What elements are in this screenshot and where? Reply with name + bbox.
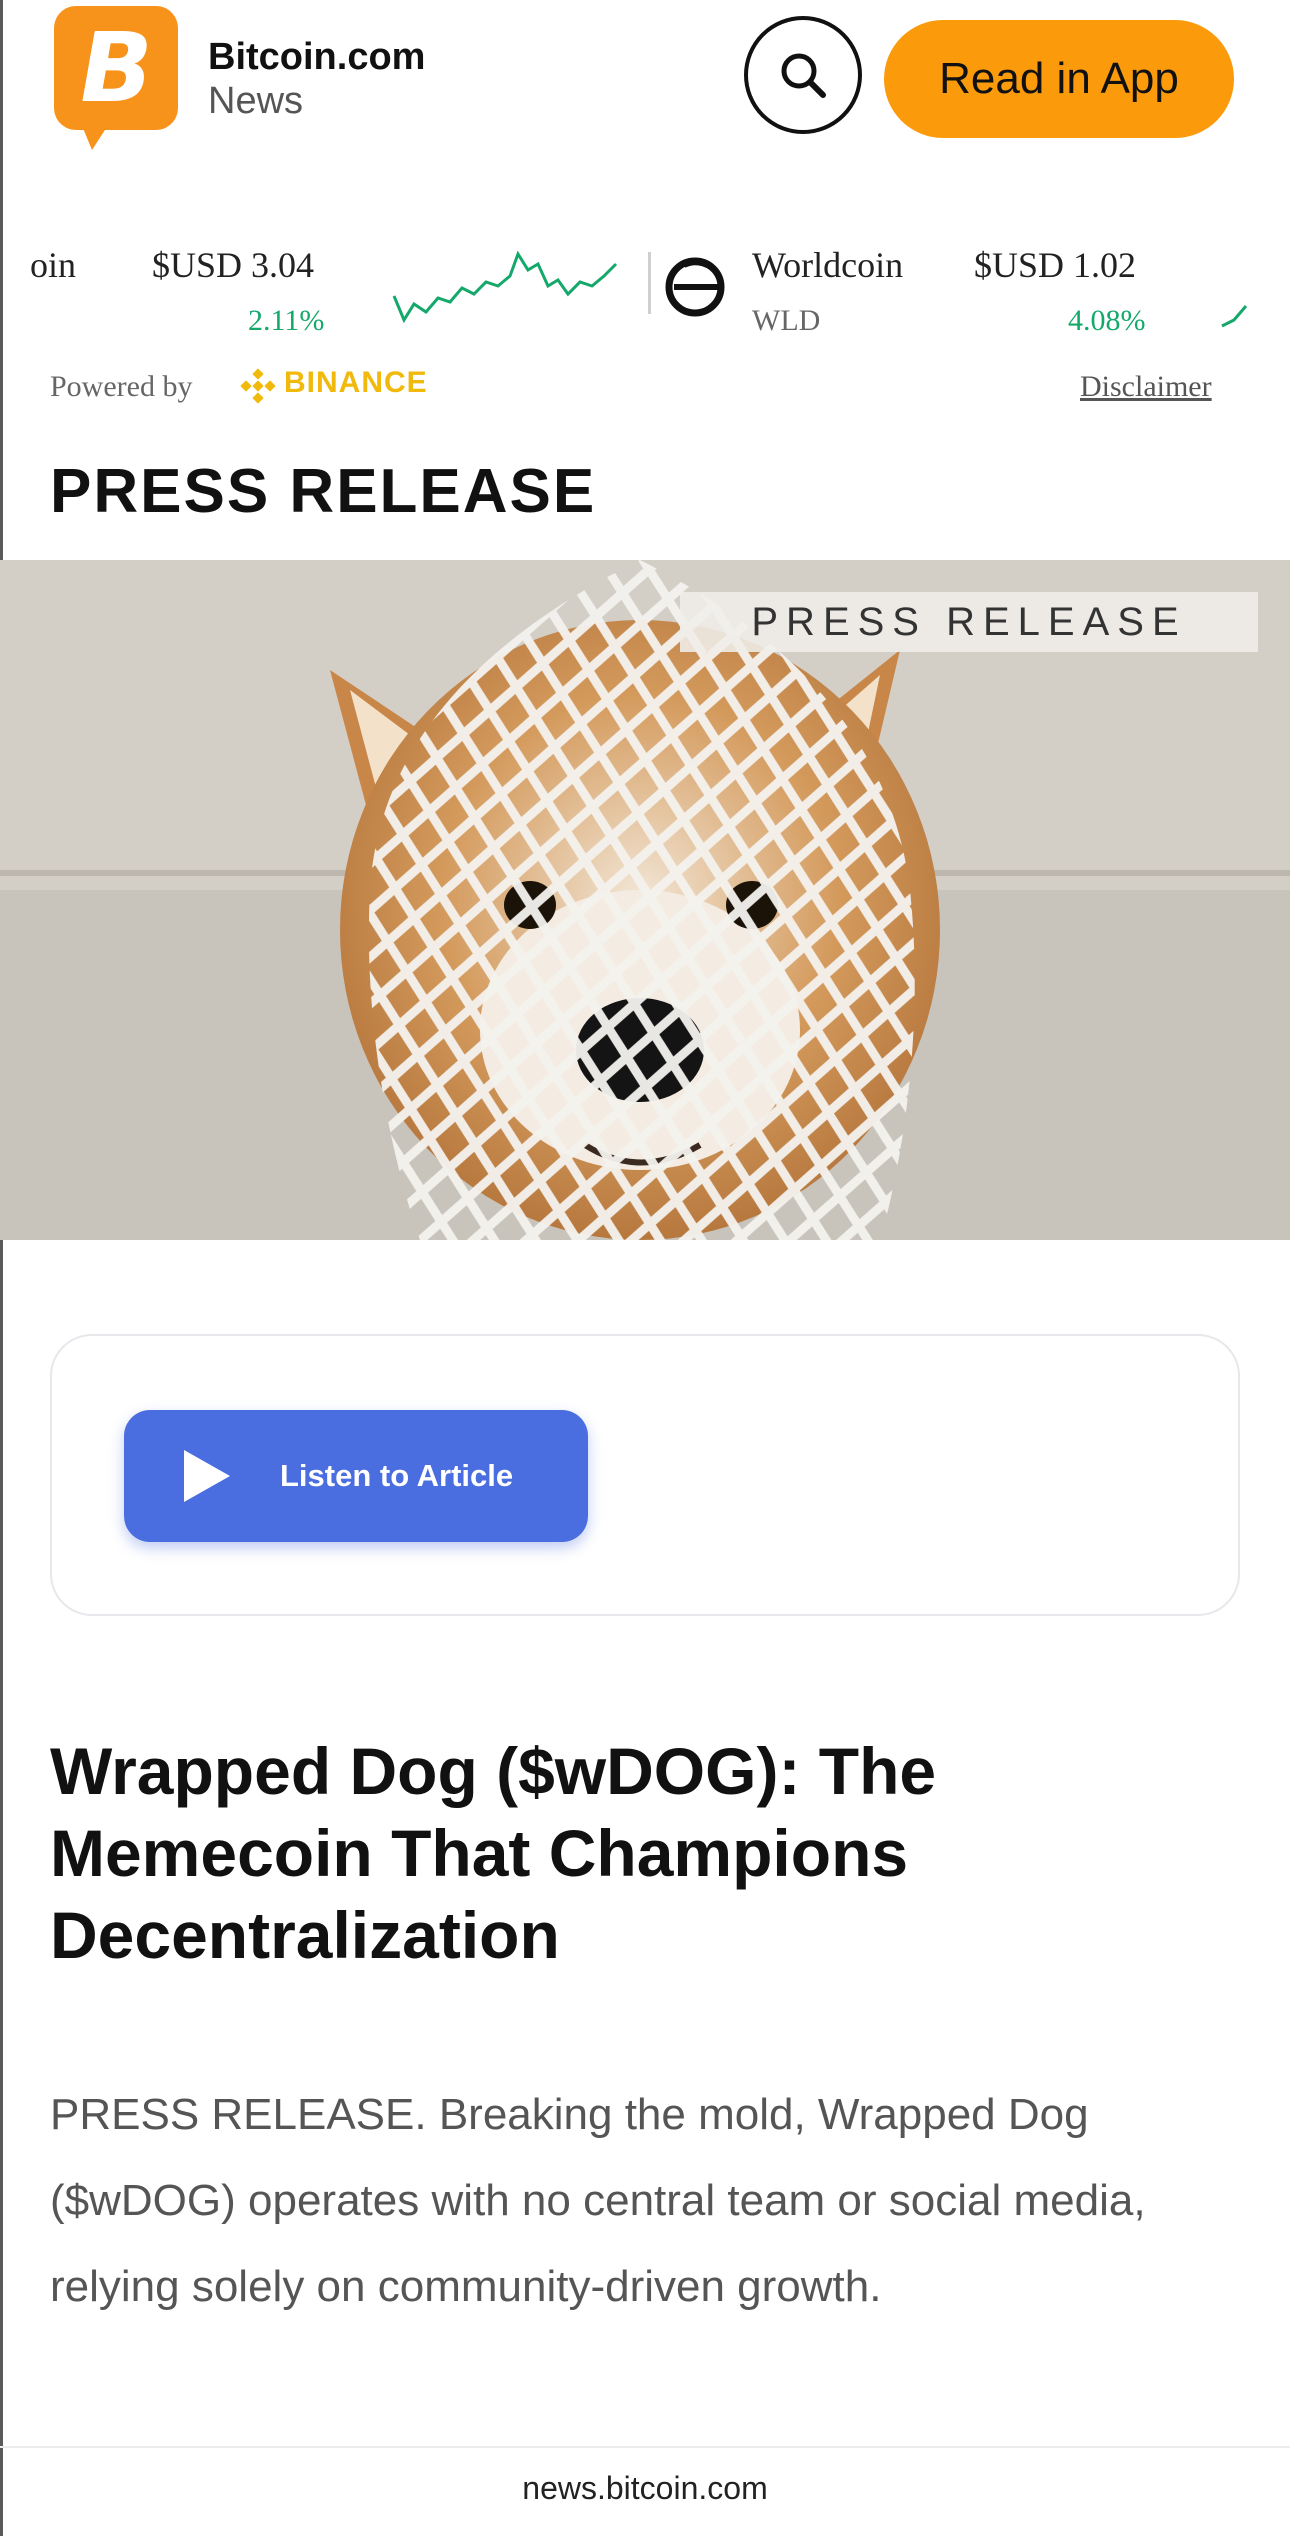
powered-by-label: Powered by — [50, 370, 193, 403]
bitcoin-logo-glyph: B — [69, 12, 163, 124]
ticker-coin-2-sparkline — [1221, 305, 1248, 328]
footer-divider — [0, 2446, 1290, 2448]
section-title[interactable]: PRESS RELEASE — [50, 456, 596, 527]
ticker-divider — [648, 252, 651, 314]
ticker-coin-2-name[interactable]: Worldcoin — [752, 244, 903, 286]
ticker-coin-1-name[interactable]: oin — [30, 244, 76, 286]
search-icon — [781, 53, 826, 98]
listen-to-article-button[interactable]: Listen to Article — [124, 1410, 588, 1542]
brand-name[interactable]: Bitcoin.com — [208, 36, 425, 79]
binance-label[interactable]: BINANCE — [284, 366, 428, 400]
ticker-coin-2-symbol: WLD — [752, 304, 821, 337]
bitcoin-logo[interactable]: B — [54, 6, 178, 150]
ticker-coin-1-change: 2.11% — [248, 304, 325, 337]
ticker-coin-2-price[interactable]: $USD 1.02 — [974, 244, 1136, 286]
window-edge — [0, 0, 3, 2536]
shiba-dog-illustration — [0, 560, 1290, 1240]
binance-icon — [240, 368, 276, 404]
ticker-coin-1-sparkline — [392, 250, 618, 324]
article-lede: PRESS RELEASE. Breaking the mold, Wrappe… — [50, 2090, 1146, 2311]
hero-press-release-label: PRESS RELEASE — [680, 592, 1258, 652]
play-icon — [184, 1450, 230, 1502]
ticker-coin-1-price[interactable]: $USD 3.04 — [152, 244, 314, 286]
hero-image[interactable] — [0, 560, 1290, 1240]
brand-sub[interactable]: News — [208, 80, 303, 123]
listen-button-label: Listen to Article — [280, 1458, 514, 1493]
read-in-app-button[interactable]: Read in App — [884, 20, 1234, 138]
article-headline[interactable]: Wrapped Dog ($wDOG): The Memecoin That C… — [50, 1730, 1230, 1976]
worldcoin-icon — [665, 257, 725, 317]
disclaimer-link[interactable]: Disclaimer — [1080, 370, 1212, 404]
ticker-coin-2-change: 4.08% — [1068, 304, 1146, 337]
footer-domain: news.bitcoin.com — [522, 2470, 768, 2506]
search-button[interactable] — [744, 16, 862, 134]
